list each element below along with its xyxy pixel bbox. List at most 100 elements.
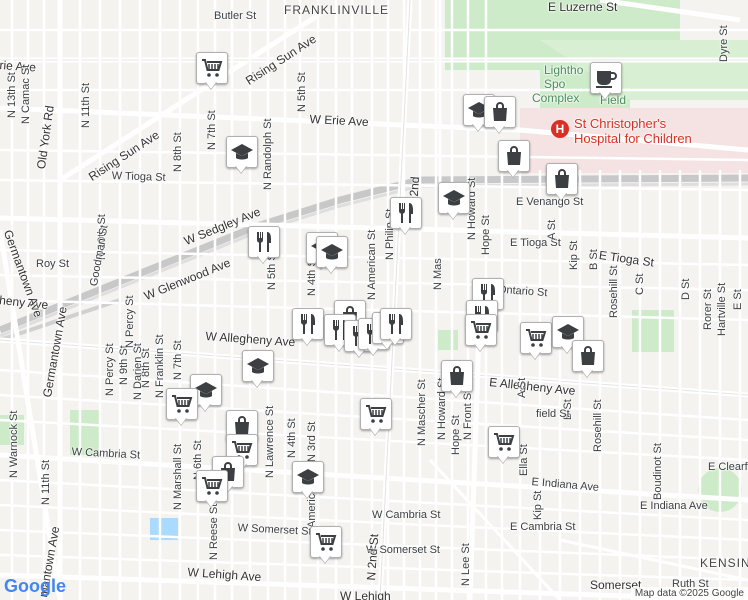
street-label: N Reese St (208, 503, 220, 560)
cart-icon (360, 398, 392, 430)
marker-pointer (493, 125, 505, 133)
restaurant-icon (248, 226, 280, 258)
street-label: N 7th St (206, 110, 218, 150)
marker-pointer (497, 455, 509, 463)
map-attribution[interactable]: Map data ©2025 Google (630, 587, 748, 600)
marker-restaurant[interactable] (248, 226, 280, 264)
street-label: E St (732, 289, 744, 310)
street-label: field St (536, 408, 570, 420)
marker-pointer (555, 192, 567, 200)
street-label: Hope St (450, 415, 462, 455)
street-label: N Franklin St (154, 334, 166, 398)
google-logo[interactable]: Google (4, 576, 66, 597)
street-label: N 8th St (172, 132, 184, 172)
street-label: Rosehill St (592, 399, 604, 452)
street-label: N Lee St (460, 543, 472, 586)
marker-cart[interactable] (488, 426, 520, 464)
street-label: N Randolph St (262, 118, 274, 190)
street-label: N 11th St (40, 459, 52, 505)
street-label: A St (546, 219, 558, 240)
poi-line: Hospital for Children (574, 131, 692, 146)
street-label: E Indiana Ave (640, 500, 708, 512)
street-label: W Cambria St (372, 509, 441, 521)
street-label: Kip St (568, 240, 580, 270)
street-label: Hartville St (716, 282, 728, 336)
street-label: N Mas (432, 258, 444, 290)
neighborhood-label-kensington: KENSIN (700, 556, 748, 570)
street-label: W Lehigh (340, 589, 391, 600)
marker-pointer (507, 169, 519, 177)
marker-pointer (235, 165, 247, 173)
street-label: E Cambria St (510, 521, 576, 533)
hospital-icon[interactable]: H (551, 120, 569, 138)
bag-icon (441, 360, 473, 392)
poi-line: Lightho (544, 63, 584, 77)
cart-icon (196, 52, 228, 84)
street-label: N American St (366, 229, 378, 300)
marker-cart[interactable] (310, 526, 342, 564)
marker-cart[interactable] (166, 388, 198, 426)
neighborhood-label-franklinville: FRANKLINVILLE (284, 3, 390, 17)
bag-icon (498, 140, 530, 172)
marker-restaurant[interactable] (292, 308, 324, 346)
marker-cart[interactable] (196, 52, 228, 90)
marker-pointer (450, 389, 462, 397)
street-label: N Lawrence St (264, 405, 276, 478)
marker-cart[interactable] (360, 398, 392, 436)
marker-bag[interactable] (546, 163, 578, 201)
street-label: Hope St (480, 215, 492, 255)
marker-cart[interactable] (465, 314, 497, 352)
street-label: Butler St (214, 10, 257, 22)
marker-cart[interactable] (520, 322, 552, 360)
street-label: W Tioga St (111, 170, 166, 184)
marker-bag[interactable] (498, 140, 530, 178)
poi-line: St Christopher's (574, 116, 667, 131)
marker-bag[interactable] (441, 360, 473, 398)
street-label: N 4th St (286, 418, 298, 458)
poi-line: Spo (544, 77, 566, 91)
street-label: N 13th St (6, 72, 18, 118)
marker-restaurant[interactable] (380, 308, 412, 346)
marker-school[interactable] (316, 236, 348, 274)
marker-bag[interactable] (484, 96, 516, 134)
street-label: N Warnock St (8, 410, 20, 478)
street-label: A St (516, 377, 528, 398)
marker-pointer (399, 226, 411, 234)
cart-icon (465, 314, 497, 346)
marker-pointer (529, 351, 541, 359)
cafe-icon (590, 62, 622, 94)
marker-pointer (447, 211, 459, 219)
cart-icon (310, 526, 342, 558)
marker-cafe[interactable] (590, 62, 622, 100)
school-icon (292, 461, 324, 493)
street-label: Roy St (36, 258, 70, 270)
marker-cart[interactable] (196, 470, 228, 508)
cart-icon (166, 388, 198, 420)
marker-school[interactable] (292, 461, 324, 499)
marker-pointer (389, 337, 401, 345)
street-label: W Erie Ave (309, 112, 370, 130)
marker-pointer (474, 343, 486, 351)
street-label: N Marshall St (172, 443, 184, 510)
marker-pointer (205, 81, 217, 89)
street-label: B St (588, 249, 600, 270)
marker-school[interactable] (226, 136, 258, 174)
school-icon (242, 350, 274, 382)
street-label: N Percy St (104, 343, 116, 396)
marker-school[interactable] (438, 182, 470, 220)
marker-restaurant[interactable] (390, 197, 422, 235)
marker-pointer (199, 403, 211, 411)
street-label: Rosehill St (608, 265, 620, 318)
street-label: N Mascher St (416, 379, 428, 446)
bag-icon (572, 340, 604, 372)
marker-school[interactable] (242, 350, 274, 388)
marker-pointer (369, 427, 381, 435)
marker-bag[interactable] (572, 340, 604, 378)
map-canvas[interactable]: FRANKLINVILLE KENSIN Lightho Spo Complex… (0, 0, 748, 600)
street-label: E Luzerne St (548, 0, 618, 14)
marker-pointer (599, 91, 611, 99)
cart-icon (520, 322, 552, 354)
poi-line: Complex (532, 91, 580, 105)
street-label: N Darien St (132, 343, 144, 400)
marker-pointer (472, 123, 484, 131)
